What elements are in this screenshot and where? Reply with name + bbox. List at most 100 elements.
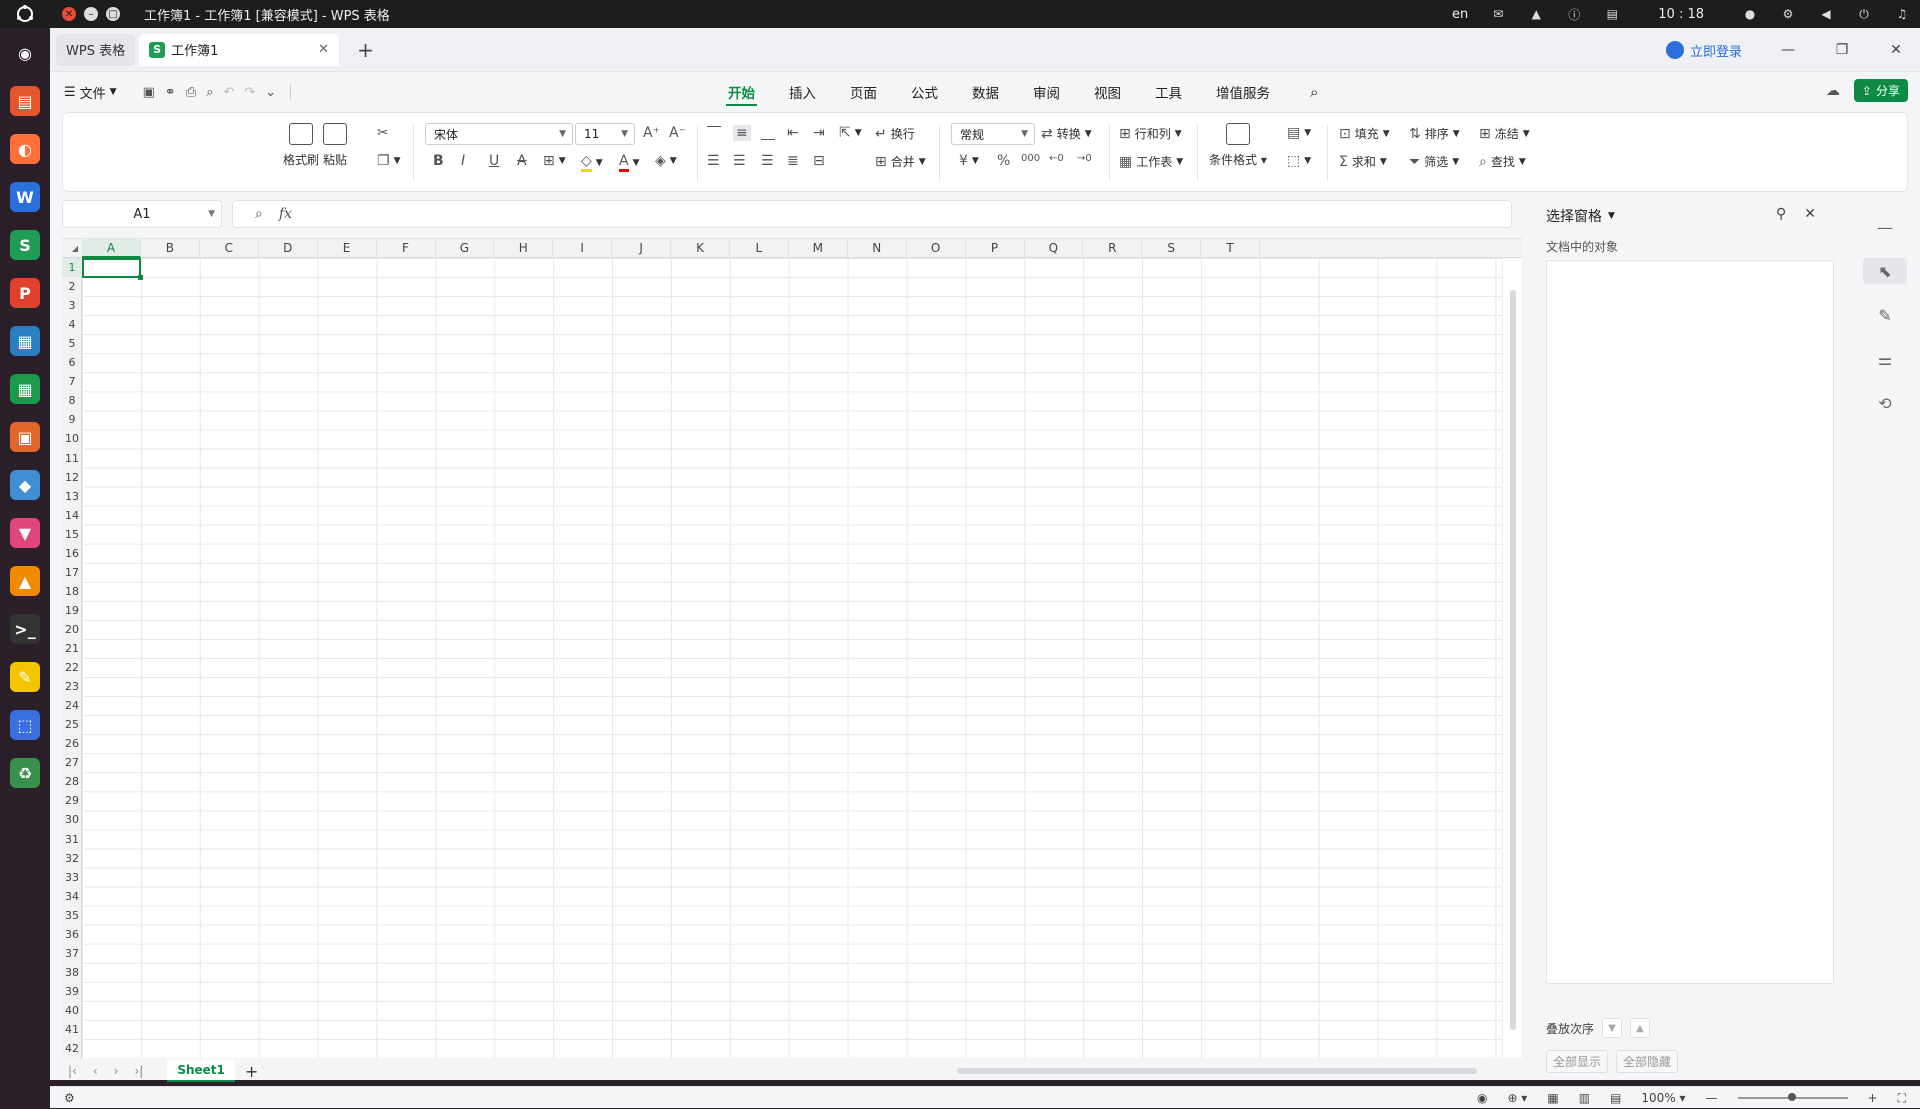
wrap-text-button[interactable]: ↵ 换行 [875,125,915,142]
row-header[interactable]: 5 [62,334,82,353]
vertical-scrollbar[interactable] [1502,258,1522,1058]
horizontal-scrollbar[interactable] [957,1068,1477,1074]
notification-icon[interactable]: ▲ [1528,6,1544,22]
row-header[interactable]: 25 [62,715,82,734]
row-header[interactable]: 36 [62,925,82,944]
row-header[interactable]: 30 [62,810,82,829]
file-menu-button[interactable]: ☰ 文件 ▼ [64,83,117,102]
text-direction-button[interactable]: ⇱ ▼ [839,125,862,141]
print-icon[interactable]: ⎙ [186,85,196,100]
spreadsheet-app-icon[interactable]: ▦ [10,374,40,404]
number-format-select[interactable]: 常规 ▼ [951,123,1035,145]
align-left-button[interactable]: ☰ [707,153,720,169]
font-color-button[interactable]: A ▼ [619,153,640,172]
headset-icon[interactable]: ♫ [1894,6,1910,22]
align-middle-button[interactable]: ≡ [733,125,751,141]
ubuntu-icon[interactable]: ◉ [10,38,40,68]
volume-icon[interactable]: ◀ [1818,6,1834,22]
fill-button[interactable]: ⊡ 填充 ▼ [1339,125,1390,142]
vlc-icon[interactable]: ▲ [10,566,40,596]
page-layout-view-icon[interactable]: ▥ [1579,1091,1590,1105]
column-header[interactable]: I [553,239,613,258]
table-style-button[interactable]: ⬚ ▼ [1287,153,1311,169]
search-icon[interactable]: ⌕ [1310,83,1318,101]
cells-area[interactable] [82,258,1502,1058]
row-header[interactable]: 26 [62,734,82,753]
adjust-icon[interactable]: ⚌ [1863,346,1907,372]
tab-wps-home[interactable]: WPS 表格 [56,33,136,66]
collapse-icon[interactable]: — [1863,214,1907,240]
show-all-button[interactable]: 全部显示 [1546,1050,1609,1073]
next-sheet-icon[interactable]: › [114,1064,119,1078]
save-icon[interactable]: ▣ [143,85,155,100]
column-header[interactable]: H [494,239,554,258]
column-header[interactable]: G [435,239,495,258]
decrease-font-button[interactable]: A⁻ [669,125,686,141]
column-header[interactable]: R [1083,239,1143,258]
tab-menu-5[interactable]: 审阅 [1031,72,1062,112]
strikethrough-button[interactable]: A [517,153,527,169]
minimize-button[interactable]: — [1780,42,1796,58]
formula-input[interactable]: ⌕ fx [232,200,1512,228]
undo-icon[interactable]: ↶ [223,85,234,100]
close-tab-icon[interactable]: ✕ [318,42,329,57]
restore-button[interactable]: ❐ [1834,42,1850,58]
underline-button[interactable]: U [489,153,499,169]
cell-style-button[interactable]: ▤ ▼ [1287,125,1311,141]
column-header[interactable]: D [259,239,318,258]
bold-button[interactable]: B [433,153,444,169]
row-header[interactable]: 37 [62,944,82,963]
pdf-icon[interactable]: ▼ [10,518,40,548]
copy-button[interactable]: ❐ ▼ [377,153,400,169]
paste-button[interactable]: 粘贴 [323,123,347,168]
row-header[interactable]: 3 [62,296,82,315]
column-header[interactable]: C [200,239,259,258]
sort-button[interactable]: ⇅ 排序 ▼ [1409,125,1460,142]
comment-icon[interactable]: ✎ [1863,302,1907,328]
row-header[interactable]: 27 [62,753,82,772]
tab-menu-4[interactable]: 数据 [970,72,1001,112]
clipboard-icon[interactable]: ▤ [1604,6,1620,22]
row-header[interactable]: 24 [62,696,82,715]
column-header[interactable]: S [1142,239,1202,258]
convert-button[interactable]: ⇄ 转换 ▼ [1041,125,1092,142]
move-down-button[interactable]: ▼ [1602,1018,1623,1038]
trash-icon[interactable]: ♻ [10,758,40,788]
decrease-indent-button[interactable]: ⇤ [787,125,799,141]
row-header[interactable]: 32 [62,849,82,868]
window-close-button[interactable]: ✕ [62,7,76,21]
settings-icon[interactable]: ⊕ ▾ [1507,1091,1527,1105]
row-header[interactable]: 42 [62,1039,82,1058]
merge-button[interactable]: ⊞ 合并 ▼ [875,153,926,170]
text-editor-icon[interactable]: ✎ [10,662,40,692]
find-button[interactable]: ⌕ 查找 ▼ [1479,153,1526,170]
last-sheet-icon[interactable]: ›| [134,1064,143,1078]
prev-sheet-icon[interactable]: ‹ [93,1064,98,1078]
zoom-search-icon[interactable]: ⌕ [255,206,263,222]
row-header[interactable]: 8 [62,391,82,410]
add-sheet-button[interactable]: + [245,1062,258,1081]
store-icon[interactable]: ◆ [10,470,40,500]
mail-icon[interactable]: ✉ [1490,6,1506,22]
column-header[interactable]: L [730,239,789,258]
more-chevron-icon[interactable]: ⌄ [265,85,276,100]
column-header[interactable]: A [82,239,141,258]
row-header[interactable]: 4 [62,315,82,334]
wps-presentation-icon[interactable]: P [10,278,40,308]
tab-menu-0[interactable]: 开始 [726,72,757,112]
clock[interactable]: 10 : 18 [1658,7,1704,22]
wps-writer-icon[interactable]: W [10,182,40,212]
row-header[interactable]: 29 [62,791,82,810]
increase-font-button[interactable]: A⁺ [643,125,660,141]
print-preview-icon[interactable]: ⌕ [206,85,213,100]
eye-icon[interactable]: ◉ [1477,1091,1487,1105]
distribute-button[interactable]: ⊟ [813,153,825,169]
row-header[interactable]: 12 [62,468,82,487]
row-header[interactable]: 33 [62,868,82,887]
row-header[interactable]: 14 [62,506,82,525]
row-header[interactable]: 1 [62,258,82,277]
column-header[interactable]: B [141,239,200,258]
rows-cols-button[interactable]: ⊞ 行和列 ▼ [1119,125,1182,142]
network-icon[interactable]: ⚙ [1780,6,1796,22]
row-header[interactable]: 19 [62,601,82,620]
